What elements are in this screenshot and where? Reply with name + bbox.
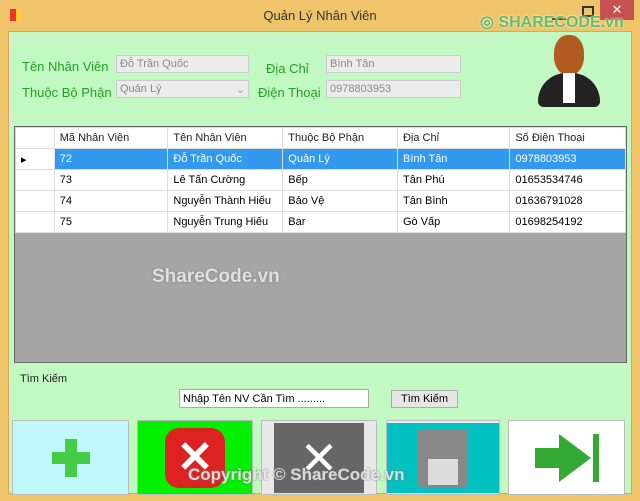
- table-cell[interactable]: 73: [53, 169, 169, 191]
- column-header[interactable]: Thuộc Bộ Phận: [282, 127, 398, 149]
- title-bar: Quản Lý Nhân Viên ✕ ◎ SHARECODE.vn: [0, 0, 640, 31]
- diachi-label: Địa Chỉ: [266, 61, 309, 76]
- table-cell[interactable]: 01698254192: [509, 211, 626, 233]
- table-cell[interactable]: 01653534746: [509, 169, 626, 191]
- table-cell[interactable]: Bar: [282, 211, 398, 233]
- exit-icon: [534, 433, 599, 482]
- search-group-label: Tìm Kiếm: [20, 373, 68, 385]
- sharecode-logo: ◎ SHARECODE.vn: [480, 14, 624, 31]
- table-row[interactable]: 73 Lê Tấn Cường Bếp Tân Phú 01653534746: [15, 169, 626, 191]
- table-cell[interactable]: Gò Vấp: [396, 211, 511, 233]
- table-cell[interactable]: Đỗ Trần Quốc: [167, 148, 284, 170]
- ten-input[interactable]: Đỗ Trần Quốc: [116, 55, 249, 73]
- row-header[interactable]: [15, 190, 55, 212]
- employee-grid[interactable]: Mã Nhân Viên Tên Nhân Viên Thuộc Bộ Phận Đị…: [14, 126, 627, 363]
- table-cell[interactable]: Lê Tấn Cường: [167, 169, 284, 191]
- table-cell[interactable]: 75: [53, 211, 169, 233]
- chevron-down-icon: ⌄: [235, 84, 245, 96]
- table-cell[interactable]: Bảo Vệ: [282, 190, 398, 212]
- column-header[interactable]: Số Điện Thoại: [509, 127, 626, 149]
- table-cell[interactable]: Tân Bình: [396, 190, 511, 212]
- row-selector-icon[interactable]: ▸: [15, 148, 55, 170]
- row-header[interactable]: [15, 211, 55, 233]
- bophan-label: Thuộc Bộ Phận: [22, 85, 112, 100]
- search-button[interactable]: Tìm Kiếm: [391, 390, 458, 408]
- avatar: [538, 35, 600, 107]
- table-cell[interactable]: Bếp: [282, 169, 398, 191]
- dienthoai-input[interactable]: 0978803953: [326, 80, 461, 98]
- table-row[interactable]: 75 Nguyễn Trung Hiếu Bar Gò Vấp 01698254192: [15, 211, 626, 233]
- table-cell[interactable]: 74: [53, 190, 169, 212]
- copyright-watermark: Copyright © ShareCode.vn: [188, 465, 405, 484]
- add-icon: [51, 438, 90, 477]
- diachi-input[interactable]: Bình Tân: [326, 55, 461, 73]
- table-row[interactable]: 74 Nguyễn Thành Hiếu Bảo Vệ Tân Bình 0163679…: [15, 190, 626, 212]
- table-cell[interactable]: 01636791028: [509, 190, 626, 212]
- column-header[interactable]: Mã Nhân Viên: [53, 127, 169, 149]
- bophan-select[interactable]: Quản Lý ⌄: [116, 80, 249, 98]
- table-cell[interactable]: 0978803953: [509, 148, 626, 170]
- column-header[interactable]: Tên Nhân Viên: [167, 127, 284, 149]
- row-header-corner: [15, 127, 55, 149]
- bophan-value: Quản Lý: [120, 83, 162, 95]
- table-cell[interactable]: Quản Lý: [282, 148, 398, 170]
- table-cell[interactable]: 72: [53, 148, 169, 170]
- dienthoai-label: Điện Thoại: [258, 85, 321, 100]
- row-header[interactable]: [15, 169, 55, 191]
- table-row[interactable]: ▸ 72 Đỗ Trần Quốc Quản Lý Bình Tân 0978803953: [15, 148, 626, 170]
- exit-button[interactable]: [508, 420, 625, 495]
- search-input[interactable]: Nhập Tên NV Cần Tìm .........: [179, 389, 369, 408]
- table-cell[interactable]: Tân Phú: [396, 169, 511, 191]
- column-header[interactable]: Địa Chỉ: [396, 127, 511, 149]
- table-cell[interactable]: Bình Tân: [396, 148, 511, 170]
- ten-label: Tên Nhân Viên: [22, 59, 109, 74]
- center-watermark: ShareCode.vn: [152, 266, 280, 287]
- table-cell[interactable]: Nguyễn Thành Hiếu: [167, 190, 284, 212]
- table-cell[interactable]: Nguyễn Trung Hiếu: [167, 211, 284, 233]
- add-button[interactable]: [12, 420, 129, 495]
